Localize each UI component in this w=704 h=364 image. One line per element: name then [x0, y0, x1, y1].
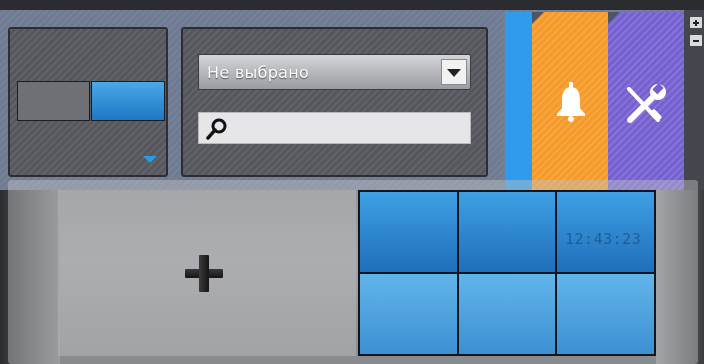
- layouts-panel[interactable]: [8, 27, 168, 177]
- layout-grid-2x3[interactable]: [358, 190, 656, 356]
- magnifier-icon: [206, 118, 227, 140]
- top-border: [0, 0, 704, 10]
- layout-cell[interactable]: [360, 192, 457, 272]
- bell-icon: [557, 82, 585, 122]
- layout-cell[interactable]: [360, 274, 457, 354]
- triangle-down-icon[interactable]: [143, 156, 157, 163]
- layout-cell[interactable]: [557, 274, 654, 354]
- collapse-button[interactable]: [689, 34, 703, 47]
- layout-cell[interactable]: [458, 274, 556, 354]
- search-input[interactable]: [198, 112, 471, 144]
- layout-thumbnail-gray[interactable]: [17, 81, 90, 121]
- tile-fold-corner: [532, 12, 544, 24]
- camera-filter-panel: Не выбрано: [181, 27, 488, 177]
- video-timestamp: 12:43:23: [565, 230, 642, 248]
- layout-cell[interactable]: [458, 192, 556, 272]
- camera-select-value: Не выбрано: [207, 63, 310, 82]
- camera-select-dropdown[interactable]: Не выбрано: [198, 54, 471, 90]
- blue-accent-tile[interactable]: [505, 12, 532, 190]
- chevron-down-icon: [447, 69, 461, 77]
- wrench-screwdriver-icon: [627, 83, 666, 123]
- plus-icon-vertical: [199, 255, 209, 292]
- layout-thumbnail-blue[interactable]: [91, 81, 165, 121]
- dropdown-button[interactable]: [441, 59, 467, 85]
- expand-button[interactable]: [689, 16, 703, 29]
- tile-fold-corner: [608, 12, 620, 24]
